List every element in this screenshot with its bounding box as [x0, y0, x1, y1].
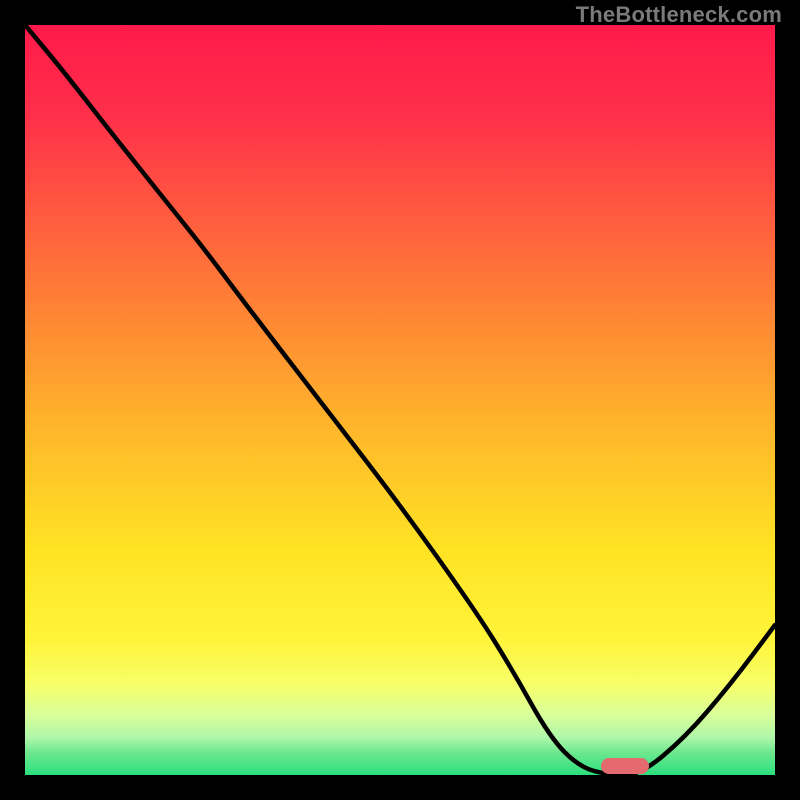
plot-area [25, 25, 775, 775]
chart-frame: TheBottleneck.com [0, 0, 800, 800]
curve-layer [25, 25, 775, 775]
optimal-zone-marker [601, 758, 649, 774]
bottleneck-curve [25, 25, 775, 775]
